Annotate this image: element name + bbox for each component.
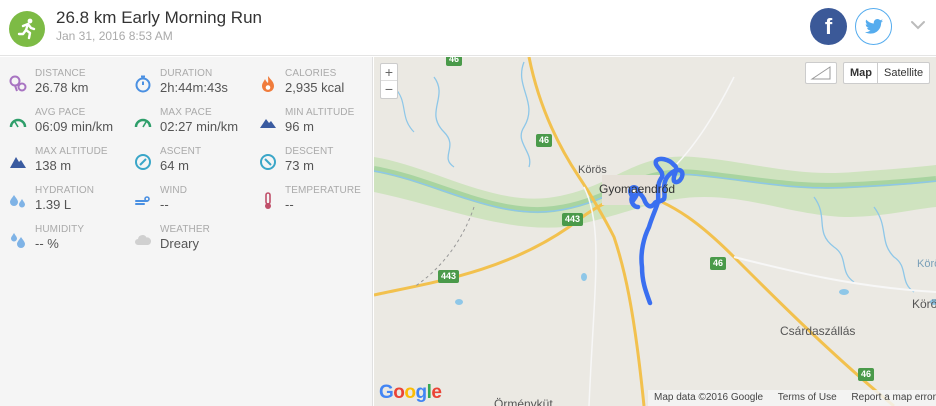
map-label-csardaszallas: Csárdaszállás [780, 324, 856, 338]
humidity-drops-icon [11, 233, 25, 248]
cloud-icon [135, 235, 152, 245]
zoom-in-button[interactable]: + [381, 64, 397, 81]
stat-max-altitude: MAX ALTITUDE 138 m [0, 144, 125, 180]
stat-value: 2h:44m:43s [160, 80, 228, 95]
terms-of-use-link[interactable]: Terms of Use [778, 392, 837, 403]
stat-max-pace: MAX PACE 02:27 min/km [125, 105, 250, 141]
report-map-error-link[interactable]: Report a map error [851, 392, 935, 403]
stat-label: MAX PACE [160, 107, 212, 118]
stat-value: Dreary [160, 236, 200, 251]
stat-value: 02:27 min/km [160, 119, 239, 134]
stat-label: TEMPERATURE [285, 185, 361, 196]
road-shield: 443 [562, 213, 584, 226]
ascent-compass-icon [135, 154, 151, 170]
mountain-icon [10, 157, 26, 168]
stat-value: 138 m [35, 158, 72, 173]
map-attribution: Map data ©2016 Google Terms of Use Repor… [648, 390, 936, 406]
stat-value: 06:09 min/km [35, 119, 114, 134]
stat-label: WIND [160, 185, 188, 196]
stat-value: 2,935 kcal [285, 80, 345, 95]
distance-pin-icon [9, 75, 27, 92]
stat-avg-pace: AVG PACE 06:09 min/km [0, 105, 125, 141]
stat-value: 26.78 km [35, 80, 89, 95]
facebook-icon: f [824, 13, 833, 39]
droplets-icon [10, 195, 25, 208]
map-canvas [374, 57, 936, 406]
map-label-koro-town: Körö [912, 297, 936, 311]
stats-panel: DISTANCE 26.78 km DURATION 2h:44m:43s CA… [0, 57, 373, 406]
stat-wind: WIND -- [125, 183, 250, 219]
wind-icon [135, 196, 150, 205]
map-label-ormenykut: Örményküt [494, 397, 553, 406]
fullscreen-icon [810, 66, 831, 80]
map-label-gyomaendrod: Gyomaendrőd [599, 182, 676, 196]
stat-calories: CALORIES 2,935 kcal [250, 66, 375, 102]
twitter-share-button[interactable] [855, 8, 892, 45]
twitter-icon [864, 19, 883, 34]
stat-label: WEATHER [160, 224, 210, 235]
chevron-down-icon[interactable] [908, 15, 928, 35]
stat-label: DURATION [160, 68, 213, 79]
stat-value: 73 m [285, 158, 314, 173]
activity-header: 26.8 km Early Morning Run Jan 31, 2016 8… [0, 0, 936, 56]
stat-value: 96 m [285, 119, 314, 134]
road-shield: 46 [446, 57, 463, 66]
fullscreen-button[interactable] [805, 62, 837, 84]
runner-icon [9, 11, 45, 47]
road-shield: 443 [438, 270, 460, 283]
stat-label: HYDRATION [35, 185, 95, 196]
stat-hydration: HYDRATION 1.39 L [0, 183, 125, 219]
stat-descent: DESCENT 73 m [250, 144, 375, 180]
flame-icon [262, 76, 274, 92]
google-logo[interactable]: Google [379, 382, 442, 404]
stat-label: MAX ALTITUDE [35, 146, 108, 157]
mountain-icon [260, 119, 276, 128]
map-type-map-button[interactable]: Map [843, 62, 879, 84]
activity-title: 26.8 km Early Morning Run [56, 8, 262, 27]
stat-weather: WEATHER Dreary [125, 222, 250, 258]
stat-min-altitude: MIN ALTITUDE 96 m [250, 105, 375, 141]
stat-label: DESCENT [285, 146, 334, 157]
stat-value: -- [285, 197, 294, 212]
map-label-koros: Körös [578, 164, 607, 176]
stat-distance: DISTANCE 26.78 km [0, 66, 125, 102]
zoom-control: + − [380, 63, 398, 99]
zoom-out-button[interactable]: − [381, 81, 397, 98]
descent-compass-icon [260, 154, 276, 170]
stat-value: 1.39 L [35, 197, 72, 212]
gauge-icon [9, 118, 27, 128]
stat-value: -- [160, 197, 169, 212]
stopwatch-icon [135, 75, 151, 93]
stat-label: DISTANCE [35, 68, 86, 79]
gauge-icon [134, 118, 152, 128]
stat-label: HUMIDITY [35, 224, 85, 235]
facebook-share-button[interactable]: f [810, 8, 847, 45]
road-shield: 46 [710, 257, 727, 270]
stat-value: -- % [35, 236, 59, 251]
map-label-koros-east: Körö [917, 258, 936, 270]
stat-label: CALORIES [285, 68, 337, 79]
stat-label: ASCENT [160, 146, 202, 157]
road-shield: 46 [858, 368, 875, 381]
stat-value: 64 m [160, 158, 189, 173]
stat-duration: DURATION 2h:44m:43s [125, 66, 250, 102]
stat-label: MIN ALTITUDE [285, 107, 355, 118]
stat-ascent: ASCENT 64 m [125, 144, 250, 180]
map-type-satellite-button[interactable]: Satellite [877, 62, 931, 84]
stat-label: AVG PACE [35, 107, 86, 118]
map-data-text: Map data ©2016 Google [654, 392, 764, 403]
stat-humidity: HUMIDITY -- % [0, 222, 125, 258]
road-shield: 46 [536, 134, 553, 147]
thermometer-icon [265, 192, 271, 209]
route-map[interactable]: Körös Gyomaendrőd Csárdaszállás Örménykü… [374, 57, 936, 406]
stat-temperature: TEMPERATURE -- [250, 183, 375, 219]
activity-date: Jan 31, 2016 8:53 AM [56, 29, 173, 43]
